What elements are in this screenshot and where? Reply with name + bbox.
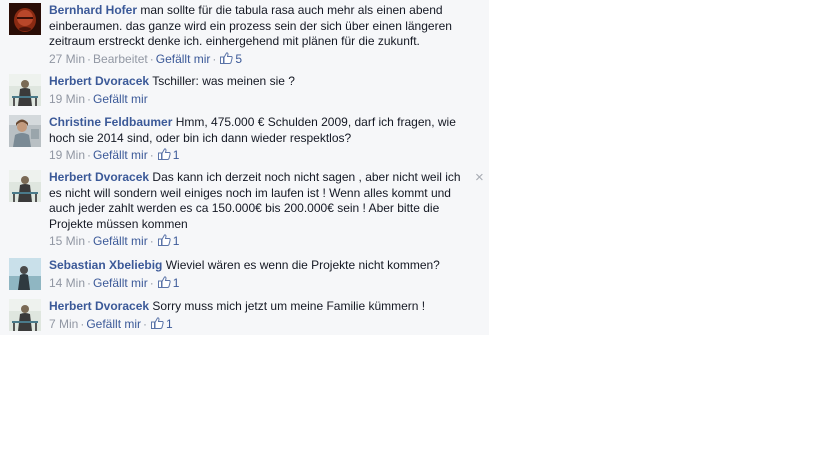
comment-text-line: man sollte für die tabula rasa auch mehr… [140, 3, 443, 17]
comment-author[interactable]: Herbert Dvoracek [49, 299, 149, 313]
comment-text: Herbert Dvoracek Sorry muss mich jetzt u… [49, 299, 469, 315]
like-button[interactable]: Gefällt mir [93, 92, 148, 106]
avatar-sebastian[interactable] [9, 258, 41, 290]
comment-meta: 7 Min · Gefällt mir · 1 [49, 317, 469, 332]
separator: · [149, 275, 154, 290]
separator: · [87, 51, 92, 66]
comment-meta: 15 Min · Gefällt mir · 1 [49, 234, 469, 249]
like-count[interactable]: 1 [173, 148, 180, 162]
separator: · [80, 316, 85, 331]
comment-author[interactable]: Christine Feldbaumer [49, 115, 172, 129]
separator: · [87, 148, 92, 162]
comment-text-line: Das kann ich derzeit noch nicht sagen , … [152, 170, 461, 184]
comment-time[interactable]: 14 Min [49, 276, 85, 290]
comments-panel: Bernhard Hofer man sollte für die tabula… [0, 0, 489, 335]
comment-text-line: Tschiller: was meinen sie ? [152, 74, 295, 88]
comment-text: Christine Feldbaumer Hmm, 475.000 € Schu… [49, 115, 469, 146]
like-button[interactable]: Gefällt mir [93, 276, 148, 290]
comment-time[interactable]: 7 Min [49, 317, 78, 331]
comment-text-line: Wieviel wären es wenn die Projekte nicht… [165, 258, 440, 272]
like-button[interactable]: Gefällt mir [156, 52, 211, 66]
comment-meta: 27 Min · Bearbeitet · Gefällt mir · 5 [49, 52, 469, 67]
comment-text: Herbert Dvoracek Tschiller: was meinen s… [49, 74, 469, 90]
avatar-bernhard[interactable] [9, 3, 41, 35]
comment-text-line: Sorry muss mich jetzt um meine Familie k… [152, 299, 426, 313]
comment-author[interactable]: Bernhard Hofer [49, 3, 137, 17]
like-count[interactable]: 1 [173, 276, 180, 290]
avatar-herbert[interactable] [9, 170, 41, 202]
like-count[interactable]: 1 [173, 234, 180, 248]
thumbs-up-icon[interactable] [157, 148, 171, 160]
thumbs-up-icon[interactable] [151, 316, 164, 329]
comment-text: Bernhard Hofer man sollte für die tabula… [49, 3, 469, 50]
like-count[interactable]: 1 [166, 317, 173, 331]
like-count[interactable]: 5 [235, 52, 242, 66]
avatar-herbert[interactable] [9, 74, 41, 106]
comment-time[interactable]: 19 Min [49, 92, 85, 106]
separator: · [212, 51, 217, 66]
like-button[interactable]: Gefällt mir [93, 234, 148, 248]
comment-text-line: es nicht will sondern weil einiges noch … [49, 185, 451, 200]
thumbs-up-icon[interactable] [220, 51, 234, 64]
comment-meta: 14 Min · Gefällt mir · 1 [49, 276, 469, 291]
like-button[interactable]: Gefällt mir [86, 317, 141, 331]
separator: · [149, 51, 154, 66]
avatar-herbert[interactable] [9, 299, 41, 331]
avatar-christine[interactable] [9, 115, 41, 147]
comment-text: Sebastian Xbeliebig Wieviel wären es wen… [49, 258, 469, 274]
thumbs-up-icon[interactable] [157, 275, 171, 288]
comment-author[interactable]: Sebastian Xbeliebig [49, 258, 162, 272]
comment-time[interactable]: 19 Min [49, 148, 85, 162]
comment-text-line: Projekte müssen kommen [49, 216, 188, 231]
separator: · [87, 91, 92, 106]
comment-meta: 19 Min · Gefällt mir · 1 [49, 148, 469, 163]
comment-text-line: einberaumen. das ganze wird ein prozess … [49, 18, 452, 33]
comment-author[interactable]: Herbert Dvoracek [49, 74, 149, 88]
comment-text-line: auch jeder zahlt werden es ca 150.000€ b… [49, 201, 440, 215]
close-icon[interactable]: × [475, 170, 484, 185]
separator: · [87, 234, 92, 248]
separator: · [143, 316, 148, 331]
thumbs-up-icon[interactable] [157, 234, 171, 246]
like-button[interactable]: Gefällt mir [93, 148, 148, 162]
comment-time[interactable]: 15 Min [49, 234, 85, 248]
comment-text-line: Hmm, 475.000 € Schulden 2009, darf ich f… [175, 115, 456, 129]
edited-label[interactable]: Bearbeitet [93, 52, 148, 66]
comment-text-line: zeitraum erstreckt denke ich. einhergehe… [49, 34, 420, 48]
separator: · [149, 148, 154, 162]
comment-time[interactable]: 27 Min [49, 52, 85, 66]
comment-author[interactable]: Herbert Dvoracek [49, 170, 149, 184]
comment-text: Herbert Dvoracek Das kann ich derzeit no… [49, 170, 469, 232]
comment-meta: 19 Min · Gefällt mir [49, 92, 469, 107]
separator: · [87, 275, 92, 290]
comment-text-line: hoch sie 2014 sind, oder bin ich dann wi… [49, 130, 352, 145]
separator: · [149, 234, 154, 248]
